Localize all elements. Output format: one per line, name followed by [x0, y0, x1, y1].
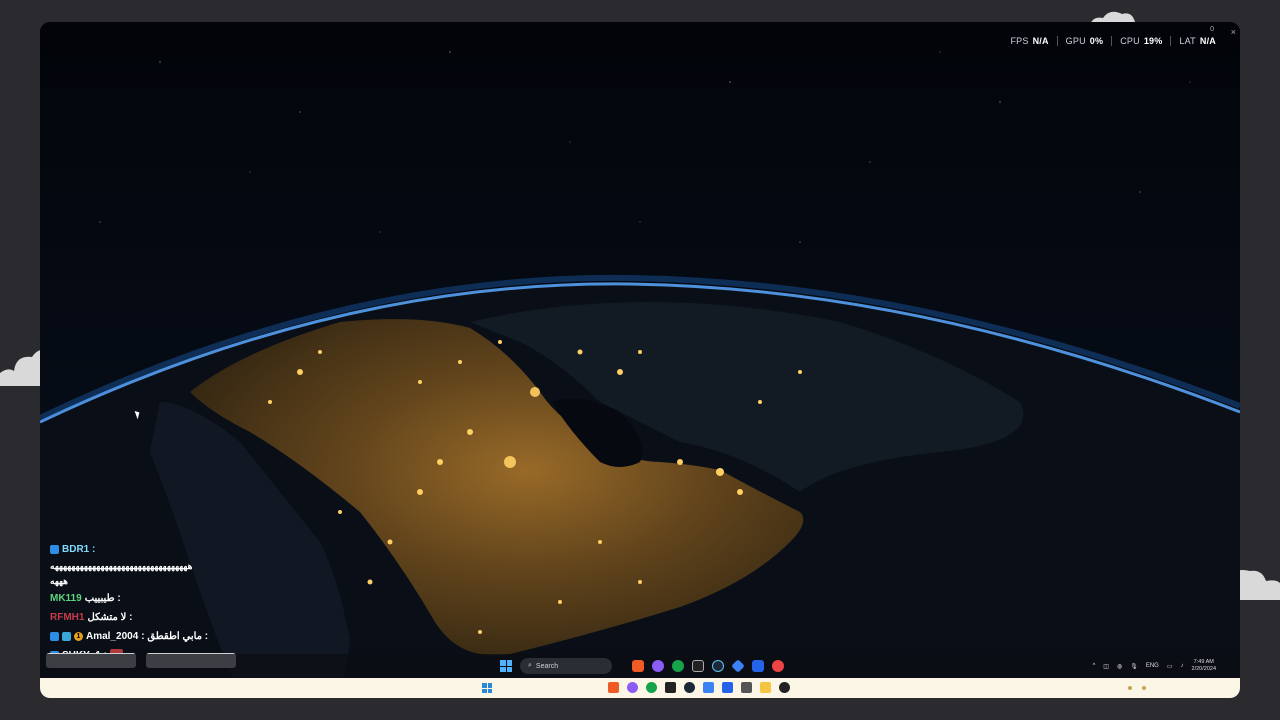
- vpn-icon[interactable]: [731, 659, 745, 673]
- chat-username: Amal_2004: [86, 631, 139, 642]
- discord-icon[interactable]: [627, 682, 638, 693]
- search-placeholder: Search: [535, 662, 559, 670]
- chat-username: MK119: [50, 593, 82, 604]
- microphone-icon[interactable]: 🎙: [1130, 663, 1138, 670]
- gifter-badge-icon: 1: [74, 632, 83, 641]
- epic-games-icon[interactable]: [665, 682, 676, 693]
- steam-icon[interactable]: [712, 660, 724, 672]
- tray-app-icon[interactable]: ◫: [1103, 663, 1109, 670]
- windows-start-icon[interactable]: [482, 683, 492, 693]
- discord-icon[interactable]: [652, 660, 664, 672]
- remote-taskbar: ⌕ Search ^ ◫ ◍ 🎙 ENG ▭ ♪ 7:49 AM 2/20/20…: [40, 654, 1240, 680]
- host-system-tray: [1128, 686, 1146, 690]
- chat-message: 1 Amal_2004 : مابي اطقطق :: [50, 627, 300, 646]
- chat-message: MK119 طيبييب :: [50, 589, 300, 608]
- tray-indicator-icon[interactable]: [1142, 686, 1146, 690]
- chat-text: : مابي اطقطق :: [141, 631, 209, 642]
- latency-stat: LAT N/A: [1170, 36, 1224, 46]
- media-player-icon[interactable]: [779, 682, 790, 693]
- stream-viewport: FPS N/A GPU 0% CPU 19% LAT N/A 0 × BDR1 : هه…: [40, 22, 1240, 698]
- prime-badge-icon: [50, 545, 59, 554]
- volume-icon[interactable]: ♪: [1181, 663, 1184, 669]
- gpu-stat: GPU 0%: [1056, 36, 1112, 46]
- tray-indicator-icon[interactable]: [1128, 686, 1132, 690]
- system-tray: ^ ◫ ◍ 🎙 ENG ▭ ♪ 7:49 AM 2/20/2024: [1092, 659, 1216, 673]
- chat-username: RFMH1: [50, 612, 85, 623]
- brave-browser-icon[interactable]: [632, 660, 644, 672]
- shield-icon[interactable]: [722, 682, 733, 693]
- brave-browser-icon[interactable]: [608, 682, 619, 693]
- chevron-up-icon[interactable]: ^: [1092, 663, 1095, 669]
- clock-date: 2/20/2024: [1191, 666, 1216, 672]
- chat-text: لا متشكل :: [87, 612, 133, 623]
- network-icon[interactable]: ▭: [1167, 663, 1173, 670]
- pin-icon[interactable]: 0: [1210, 26, 1214, 33]
- steam-icon[interactable]: [684, 682, 695, 693]
- language-indicator[interactable]: ENG: [1146, 663, 1159, 669]
- performance-overlay: FPS N/A GPU 0% CPU 19% LAT N/A: [1002, 36, 1224, 46]
- folder-icon[interactable]: [760, 682, 771, 693]
- xbox-icon[interactable]: [646, 682, 657, 693]
- windows-start-icon[interactable]: [500, 660, 512, 672]
- obs-icon[interactable]: [772, 660, 784, 672]
- xbox-icon[interactable]: [672, 660, 684, 672]
- font-app-icon[interactable]: [741, 682, 752, 693]
- chat-message: BDR1 :: [50, 540, 300, 559]
- close-icon[interactable]: ×: [1231, 27, 1236, 37]
- chat-message: هههههههههههههههههههههههههههههههههه هههه: [50, 559, 300, 589]
- chat-text: هههههههههههههههههههههههههههههههههه هههه: [50, 561, 193, 586]
- chat-username: BDR1 :: [62, 544, 96, 555]
- chat-text: طيبييب :: [84, 593, 121, 604]
- host-taskbar: [40, 678, 1240, 698]
- search-box[interactable]: ⌕ Search: [520, 658, 612, 674]
- chat-message: RFMH1 لا متشكل :: [50, 608, 300, 627]
- system-clock[interactable]: 7:49 AM 2/20/2024: [1192, 659, 1216, 673]
- prime-badge-icon: [50, 632, 59, 641]
- sub-badge-icon: [62, 632, 71, 641]
- chat-overlay: BDR1 : ههههههههههههههههههههههههههههههههه…: [50, 540, 300, 665]
- clock-time: 7:49 AM: [1193, 659, 1214, 665]
- vpn-icon[interactable]: [703, 682, 714, 693]
- epic-games-icon[interactable]: [692, 660, 704, 672]
- shield-icon[interactable]: [752, 660, 764, 672]
- fps-stat: FPS N/A: [1010, 36, 1049, 46]
- tray-app-icon[interactable]: ◍: [1117, 663, 1122, 670]
- search-icon: ⌕: [528, 662, 532, 669]
- cpu-stat: CPU 19%: [1111, 36, 1170, 46]
